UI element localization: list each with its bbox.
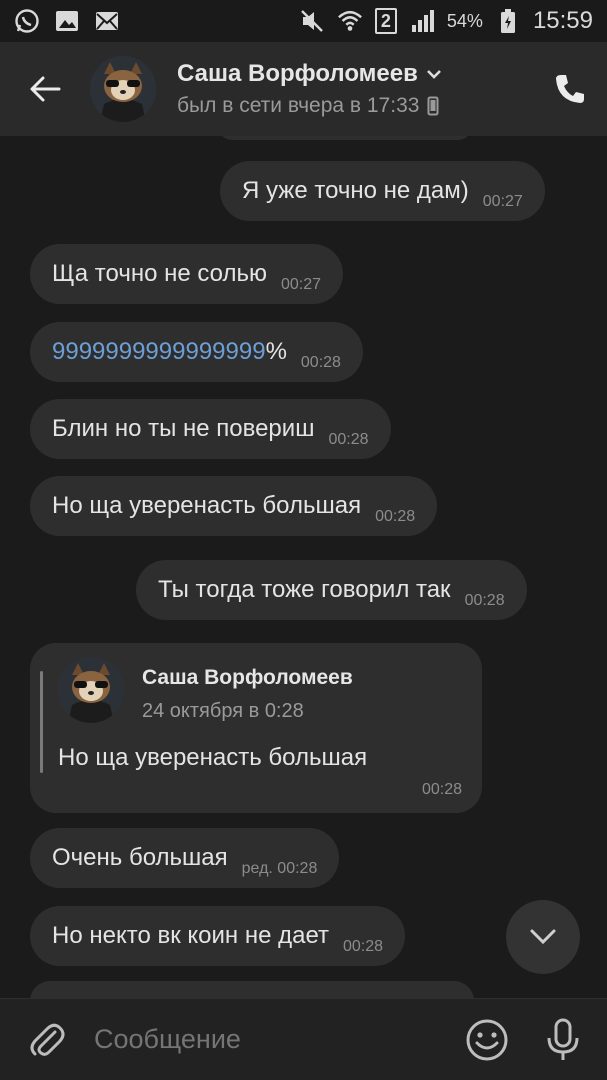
message-time: ред. 00:28 xyxy=(241,860,318,877)
quoted-avatar xyxy=(58,657,124,723)
reply-message-bubble[interactable]: Саша Ворфоломеев 24 октября в 0:28 Но ща… xyxy=(30,643,482,813)
message-bubble-outgoing[interactable]: Я уже точно не дам) 00:27 xyxy=(220,161,545,221)
message-text: Ты тогда тоже говорил так xyxy=(158,576,451,603)
message-text: Блин но ты не повериш xyxy=(52,415,315,442)
sim-indicator: 2 xyxy=(374,8,397,34)
message-list[interactable]: Я уже точно не дам) 00:27 Ща точно не со… xyxy=(0,136,607,998)
chat-header: Саша Ворфоломеев был в сети вчера в 17:3… xyxy=(0,42,607,136)
message-time: 00:28 xyxy=(421,781,462,798)
attach-button[interactable] xyxy=(0,999,94,1080)
voice-record-button[interactable] xyxy=(543,1018,583,1062)
clock: 15:59 xyxy=(532,7,593,34)
message-time: 00:27 xyxy=(280,276,322,293)
message-time: 00:28 xyxy=(464,592,505,609)
message-bubble-incoming[interactable]: Очень большая ред. 00:28 xyxy=(30,828,340,888)
message-bubble-incoming[interactable]: 9999999999999999% 00:28 xyxy=(30,322,363,382)
quoted-text: Но ща уверенасть большая xyxy=(58,744,368,771)
microphone-icon xyxy=(547,1018,579,1060)
mute-icon xyxy=(299,8,325,34)
paperclip-icon xyxy=(30,1023,65,1056)
image-icon xyxy=(54,8,80,34)
message-text: Я уже точно не дам) xyxy=(242,177,469,204)
last-seen-status: был в сети вчера в 17:33 xyxy=(177,94,442,118)
quoted-date: 24 октября в 0:28 xyxy=(142,700,304,722)
quote-bar xyxy=(40,671,43,773)
message-time: 00:28 xyxy=(300,354,341,371)
message-bubble-partial xyxy=(216,136,474,140)
message-bubble-incoming[interactable]: Но некто вк коин не дает 00:28 xyxy=(30,906,406,966)
message-text: Ща точно не солью xyxy=(52,260,267,287)
message-time: 00:28 xyxy=(375,508,416,525)
last-seen-label: был в сети вчера в 17:33 xyxy=(177,94,420,117)
message-bubble-incoming[interactable]: Блин но ты не повериш 00:28 xyxy=(30,399,391,459)
message-bubble-partial xyxy=(30,981,474,998)
signal-icon xyxy=(409,8,435,34)
smiley-icon xyxy=(466,1019,508,1060)
back-button[interactable] xyxy=(0,42,90,136)
arrow-left-icon xyxy=(30,76,61,102)
scroll-down-button[interactable] xyxy=(506,900,580,974)
contact-name[interactable]: Саша Ворфоломеев xyxy=(177,60,442,88)
message-text: Очень большая xyxy=(52,844,228,871)
chevron-down-icon xyxy=(426,70,441,79)
message-composer xyxy=(0,998,607,1080)
message-bubble-outgoing[interactable]: Ты тогда тоже говорил так 00:28 xyxy=(136,560,527,620)
message-link[interactable]: 9999999999999999 xyxy=(52,338,266,365)
phone-device-icon xyxy=(427,96,439,116)
battery-percent: 54% xyxy=(446,10,483,31)
message-text: Но ща уверенасть большая xyxy=(52,492,362,519)
chevron-down-icon xyxy=(530,929,556,945)
whatsapp-icon xyxy=(14,8,40,34)
call-button[interactable] xyxy=(553,72,587,106)
avatar[interactable] xyxy=(90,56,156,122)
message-time: 00:27 xyxy=(482,193,523,210)
status-bar: 2 54% 15:59 xyxy=(0,0,607,42)
quoted-author: Саша Ворфоломеев xyxy=(142,666,353,689)
mail-icon xyxy=(94,8,120,34)
wifi-icon xyxy=(337,8,363,34)
message-input[interactable] xyxy=(94,1024,465,1055)
message-text: % xyxy=(265,338,287,365)
battery-icon xyxy=(495,8,521,34)
message-bubble-incoming[interactable]: Ща точно не солью 00:27 xyxy=(30,244,344,304)
message-time: 00:28 xyxy=(328,431,369,448)
contact-name-label: Саша Ворфоломеев xyxy=(177,60,418,87)
phone-icon xyxy=(556,75,584,103)
message-text: Но некто вк коин не дает xyxy=(52,922,329,949)
message-time: 00:28 xyxy=(342,938,384,955)
emoji-button[interactable] xyxy=(465,1018,509,1062)
message-bubble-incoming[interactable]: Но ща уверенасть большая 00:28 xyxy=(30,476,438,536)
